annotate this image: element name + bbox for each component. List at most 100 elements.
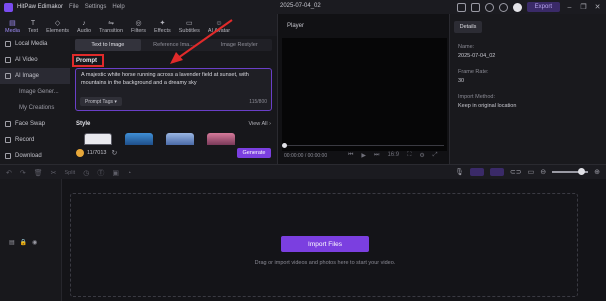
sidebar-item-image-generator[interactable]: Image Gener... [0,84,70,100]
menu-help[interactable]: Help [112,4,124,10]
tool-ai-avatar[interactable]: ☺ AI Avatar [208,19,230,36]
zoom-out-icon[interactable]: ⊖ [540,168,546,176]
crop-icon[interactable]: ▣ [112,169,119,177]
sidebar-item-label: AI Image [15,73,40,79]
split-icon[interactable]: ✂ [51,169,57,177]
snap-toggle[interactable] [469,168,484,176]
feedback-icon[interactable] [456,2,466,12]
view-all-label: View All [248,121,268,127]
ai-image-panel: Text to Image Reference Ima... Image Res… [70,36,277,164]
sidebar-item-download[interactable]: Download [0,148,70,164]
undo-icon[interactable]: ↶ [6,169,12,177]
delete-icon[interactable]: 🗑 [34,169,43,177]
tool-effects[interactable]: ✦ Effects [154,19,171,36]
generate-button[interactable]: Generate [237,148,271,158]
text-tool-icon[interactable]: Ⓣ [97,168,104,178]
tool-label: Effects [154,28,171,34]
sidebar-item-my-creations[interactable]: My Creations [0,100,70,116]
fullscreen-icon[interactable]: ⛶ [407,152,411,159]
style-thumbnail[interactable] [166,133,194,145]
next-frame-icon[interactable]: ⏭ [374,152,379,159]
tab-reference-image[interactable]: Reference Ima... [141,39,207,51]
audio-icon: ♪ [82,20,86,27]
tool-label: Audio [77,28,92,34]
player-time: 00:00:00 / 00:00:00 [284,153,328,159]
prompt-input[interactable]: A majestic white horse running across a … [75,68,272,111]
lock-icon[interactable]: 🔒 [20,239,27,246]
tool-media[interactable]: ▤ Media [5,19,20,36]
tab-image-restyler[interactable]: Image Restyler [206,39,272,51]
tool-elements[interactable]: ◇ Elements [46,19,69,36]
tool-subtitles[interactable]: ▭ Subtitles [179,19,200,36]
style-thumbnail[interactable] [84,133,112,145]
player-settings-icon[interactable]: ⚙ [419,152,424,159]
magnet-icon[interactable]: ⊂⊃ [510,168,522,176]
sidebar-item-record[interactable]: Record [0,132,70,148]
restore-icon[interactable]: ❐ [579,3,588,11]
settings-icon[interactable] [498,2,508,12]
details-panel: Details Name: 2025-07-04_02 Frame Rate: … [449,14,606,164]
zoom-slider[interactable] [552,168,589,175]
text-icon: T [30,20,36,27]
export-button[interactable]: Export [526,2,560,12]
sidebar-item-label: Face Swap [15,121,46,127]
style-thumbnails [84,133,235,145]
freeze-icon[interactable]: ◔ [127,170,131,177]
zoom-slider-handle[interactable] [578,168,586,175]
tool-filters[interactable]: ◎ Filters [131,19,146,36]
style-thumbnail[interactable] [207,133,235,145]
expand-icon[interactable]: ⤢ [433,152,438,159]
track-icon: ▤ [9,240,15,246]
menu-file[interactable]: File [69,4,79,10]
view-all-link[interactable]: View All › [248,121,271,127]
tab-text-to-image[interactable]: Text to Image [75,39,141,51]
fit-icon[interactable]: ▭ [528,168,535,176]
prompt-label: Prompt [76,58,97,64]
link-toggle[interactable] [489,168,504,176]
tool-text[interactable]: T Text [28,19,38,36]
avatar[interactable] [512,2,522,12]
sidebar-item-ai-video[interactable]: AI Video [0,52,70,68]
sidebar-item-ai-image[interactable]: AI Image [0,68,70,84]
sidebar-item-face-swap[interactable]: Face Swap [0,116,70,132]
style-label: Style [76,121,91,127]
close-icon[interactable]: ✕ [593,3,602,11]
refresh-icon[interactable]: ↻ [111,149,117,157]
frame-rate-value: 30 [458,78,465,84]
transition-icon: ⇋ [108,20,114,27]
zoom-in-icon[interactable]: ⊕ [594,168,600,176]
import-method-label: Import Method: [458,94,495,100]
aspect-ratio-selector[interactable]: 16:9 [387,152,399,159]
speed-icon[interactable]: ◷ [83,169,89,177]
prompt-tags-dropdown[interactable]: Prompt Tags ▾ [80,97,122,106]
notification-icon[interactable] [484,2,494,12]
tab-details[interactable]: Details [454,21,482,33]
player-controls: ⏮ ▶ ⏭ 16:9 ⛶ ⚙ ⤢ [348,152,438,159]
player-scrubber[interactable] [284,145,444,146]
import-files-button[interactable]: Import Files [281,236,369,252]
sidebar-item-label: Download [15,153,42,159]
sidebar-item-label: Local Media [15,41,48,47]
frame-rate-label: Frame Rate: [458,69,489,75]
media-icon: ▤ [9,20,16,27]
minimize-icon[interactable]: – [565,4,574,11]
style-thumbnail[interactable] [125,133,153,145]
tool-label: Subtitles [178,28,200,34]
split-label[interactable]: Split [65,170,76,176]
media-drop-zone[interactable]: Import Files Drag or import videos and p… [70,193,578,297]
tool-label: Filters [131,28,147,34]
sidebar-item-local-media[interactable]: Local Media [0,36,70,52]
player-panel: Player 00:00:00 / 00:00:00 ⏮ ▶ ⏭ 16:9 ⛶ … [277,14,449,164]
menu-settings[interactable]: Settings [85,4,107,10]
microphone-icon[interactable]: 🎙 [455,168,464,176]
previous-frame-icon[interactable]: ⏮ [348,152,353,159]
prompt-text[interactable]: A majestic white horse running across a … [81,72,266,87]
play-icon[interactable]: ▶ [361,152,366,159]
tool-transition[interactable]: ⇋ Transition [99,19,123,36]
layout-icon[interactable] [470,2,480,12]
scrubber-handle[interactable] [282,143,287,148]
tool-audio[interactable]: ♪ Audio [77,19,91,36]
player-title: Player [287,23,305,29]
visibility-icon[interactable]: ◉ [32,239,37,246]
redo-icon[interactable]: ↷ [20,169,26,177]
